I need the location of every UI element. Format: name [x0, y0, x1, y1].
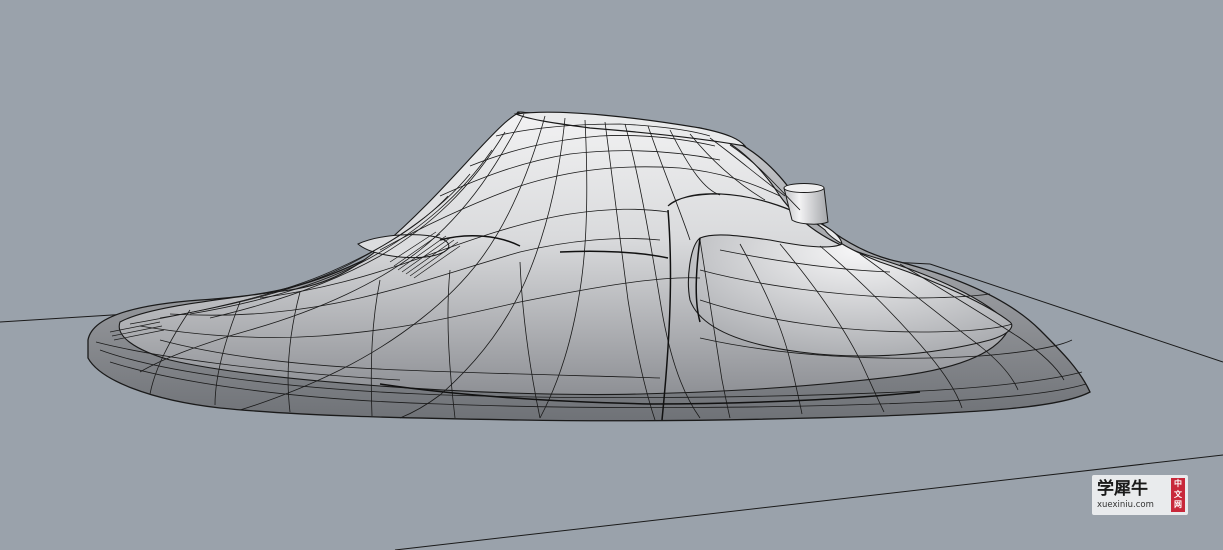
site-watermark: 学犀牛 xuexiniu.com 中 文 网 [1092, 475, 1188, 515]
rear-tower-top [783, 183, 825, 193]
watermark-badge-char: 中 [1174, 479, 1182, 489]
watermark-text-block: 学犀牛 xuexiniu.com [1097, 478, 1168, 512]
watermark-badge-char: 网 [1174, 500, 1182, 510]
watermark-badge-char: 文 [1174, 489, 1182, 499]
viewport-canvas[interactable] [0, 0, 1223, 550]
watermark-title: 学犀牛 [1097, 478, 1148, 499]
rhino-perspective-viewport[interactable]: 学犀牛 xuexiniu.com 中 文 网 [0, 0, 1223, 550]
watermark-url: xuexiniu.com [1097, 499, 1154, 510]
nurbs-surface-model[interactable] [87, 111, 1091, 422]
watermark-badge: 中 文 网 [1171, 478, 1185, 512]
